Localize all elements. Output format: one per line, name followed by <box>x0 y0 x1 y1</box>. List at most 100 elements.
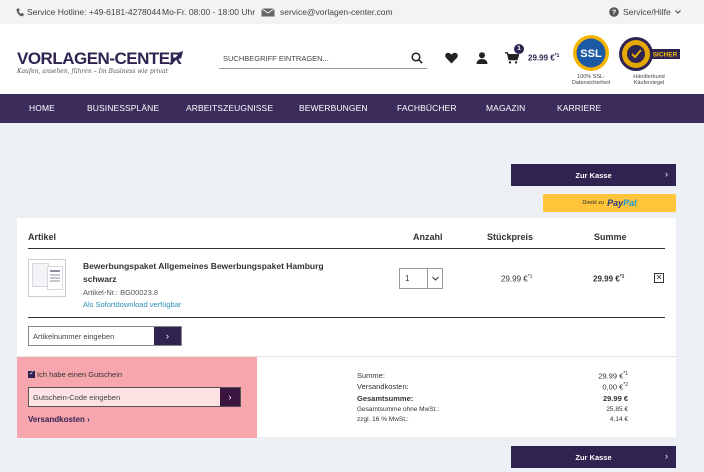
column-header-total: Summe <box>594 232 627 242</box>
voucher-form: › <box>28 387 241 407</box>
voucher-code-input[interactable] <box>29 388 215 406</box>
summary-label-net: Gesamtsumme ohne MwSt.: <box>357 406 439 413</box>
shipping-costs-link[interactable]: Versandkosten › <box>28 415 90 424</box>
paypal-logo-pal: Pal <box>623 198 637 208</box>
shipping-footnote: *2 <box>623 382 628 388</box>
summary-value-subtotal: 29.99 €*1 <box>598 371 628 381</box>
cart-total[interactable]: 29.99 €*1 <box>528 53 559 63</box>
chevron-down-icon <box>674 10 681 14</box>
article-number-submit[interactable]: › <box>154 327 181 345</box>
cart-count-badge: 1 <box>514 44 524 54</box>
subtotal-value: 29.99 € <box>598 371 624 381</box>
user-icon[interactable] <box>476 52 488 66</box>
nav-item-home[interactable]: HOME <box>29 94 55 123</box>
help-menu[interactable]: ? Service/Hilfe <box>609 0 681 24</box>
buyer-seal-text: SICHER <box>653 52 678 59</box>
help-label: Service/Hilfe <box>623 7 671 17</box>
thumbnail-page-front <box>47 266 63 290</box>
voucher-submit[interactable]: › <box>220 388 240 406</box>
email-text: service@vorlagen-center.com <box>280 7 393 17</box>
ssl-seal-icon: SSL <box>573 35 609 71</box>
paypal-logo: PayPal <box>607 198 637 208</box>
summary-value-net: 25,85 € <box>606 406 628 413</box>
search-bar <box>219 48 427 69</box>
nav-item-karriere[interactable]: KARRIERE <box>557 94 601 123</box>
line-total-footnote: *1 <box>619 274 625 280</box>
product-article-number: Artikel-Nr.: BG00023.8 <box>83 288 159 297</box>
help-icon: ? <box>609 7 619 17</box>
nav-item-magazin[interactable]: MAGAZIN <box>486 94 525 123</box>
logo-slogan: Kaufen, ansehen, führen – Im Business wi… <box>17 68 168 75</box>
voucher-panel: ✓ Ich habe einen Gutschein › Versandkost… <box>17 357 257 438</box>
checkout-button-bottom[interactable]: Zur Kasse › <box>511 446 676 468</box>
close-icon: ✕ <box>655 273 663 282</box>
nav-item-businessplaene[interactable]: BUSINESSPLÄNE <box>87 94 159 123</box>
logo-arrow-icon <box>167 50 185 68</box>
ssl-badge: SSL 100% SSL- Datensicherheit <box>568 34 614 86</box>
header-divider <box>28 248 665 249</box>
mail-icon <box>261 7 275 17</box>
summary-label-vat: zzgl. 16 % MwSt.: <box>357 416 409 423</box>
summary-label-shipping: Versandkosten: <box>357 382 409 391</box>
nav-item-arbeitszeugnisse[interactable]: ARBEITSZEUGNISSE <box>186 94 273 123</box>
opening-hours: Mo-Fr. 08:00 - 18:00 Uhr <box>162 0 255 24</box>
unit-price-value: 29.99 € <box>501 274 528 284</box>
quantity-dropdown-toggle[interactable] <box>427 269 442 288</box>
voucher-checkbox-label: Ich habe einen Gutschein <box>37 370 123 379</box>
summary-value-vat: 4,14 € <box>609 416 628 423</box>
ssl-seal-text: SSL <box>580 48 602 60</box>
article-number-input[interactable] <box>29 327 155 345</box>
chevron-right-icon: › <box>665 169 668 179</box>
summary-label-subtotal: Summe: <box>357 371 385 380</box>
quantity-select[interactable]: 1 <box>399 268 443 289</box>
chevron-right-icon: › <box>228 392 232 402</box>
column-header-quantity: Anzahl <box>413 232 443 242</box>
hotline-text: Service Hotline: +49-6181-4278044 <box>27 7 161 17</box>
product-name[interactable]: Bewerbungspaket Allgemeines Bewerbungspa… <box>83 260 353 286</box>
line-total-value: 29.99 € <box>593 274 620 284</box>
remove-item-button[interactable]: ✕ <box>654 273 664 283</box>
summary-label-grand-total: Gesamtsumme: <box>357 394 414 403</box>
search-input[interactable] <box>219 48 399 68</box>
site-logo[interactable]: VORLAGEN-CENTER Kaufen, ansehen, führen … <box>17 49 187 75</box>
buyer-seal-icon: SICHER <box>619 37 680 71</box>
phone-icon <box>16 8 24 17</box>
chevron-right-icon: › <box>665 451 668 461</box>
nav-item-fachbuecher[interactable]: FACHBÜCHER <box>397 94 457 123</box>
cart-table: Artikel Anzahl Stückpreis Summe Bewerbun… <box>17 218 676 356</box>
chevron-right-icon: › <box>166 331 169 341</box>
chevron-down-icon <box>432 276 439 281</box>
checkout-label: Zur Kasse <box>575 170 612 180</box>
paypal-express-button[interactable]: Direkt zu PayPal <box>543 194 676 212</box>
product-thumbnail[interactable] <box>28 259 66 297</box>
article-number-form: › <box>28 326 182 346</box>
main-navigation: HOME BUSINESSPLÄNE ARBEITSZEUGNISSE BEWE… <box>0 94 704 123</box>
email-link[interactable]: service@vorlagen-center.com <box>261 0 393 24</box>
product-availability: Als Sofortdownload verfügbar <box>83 300 182 309</box>
svg-text:?: ? <box>612 8 617 17</box>
row-divider <box>28 317 665 318</box>
header: VORLAGEN-CENTER Kaufen, ansehen, führen … <box>0 24 704 94</box>
quantity-value: 1 <box>405 274 410 283</box>
summary-value-shipping: 0,00 €*2 <box>602 382 628 392</box>
nav-item-bewerbungen[interactable]: BEWERBUNGEN <box>299 94 368 123</box>
shipping-value: 0,00 € <box>602 382 624 392</box>
cart-footer: ✓ Ich habe einen Gutschein › Versandkost… <box>17 356 676 438</box>
checkout-label-bottom: Zur Kasse <box>575 452 612 462</box>
shipping-costs-label: Versandkosten <box>28 415 85 424</box>
heart-icon[interactable] <box>445 52 458 66</box>
summary-value-grand-total: 29.99 € <box>602 394 628 403</box>
hours-text: Mo-Fr. 08:00 - 18:00 Uhr <box>162 7 256 17</box>
seal-caption-2: Käufersiegel <box>633 80 665 86</box>
cart-icon[interactable] <box>505 52 520 66</box>
unit-price: 29.99 €*1 <box>501 274 532 284</box>
hotline[interactable]: Service Hotline: +49-6181-4278044 <box>16 0 161 24</box>
logo-wordmark: VORLAGEN-CENTER <box>17 49 182 68</box>
voucher-checkbox-row[interactable]: ✓ Ich habe einen Gutschein <box>28 370 122 379</box>
column-header-unit-price: Stückpreis <box>487 232 534 242</box>
checkout-button-top[interactable]: Zur Kasse › <box>511 164 676 186</box>
cart-total-value: 29.99 € <box>528 53 555 63</box>
search-icon[interactable] <box>411 52 423 66</box>
voucher-checkbox[interactable]: ✓ <box>28 371 35 378</box>
cart-total-footnote: *1 <box>554 53 560 59</box>
